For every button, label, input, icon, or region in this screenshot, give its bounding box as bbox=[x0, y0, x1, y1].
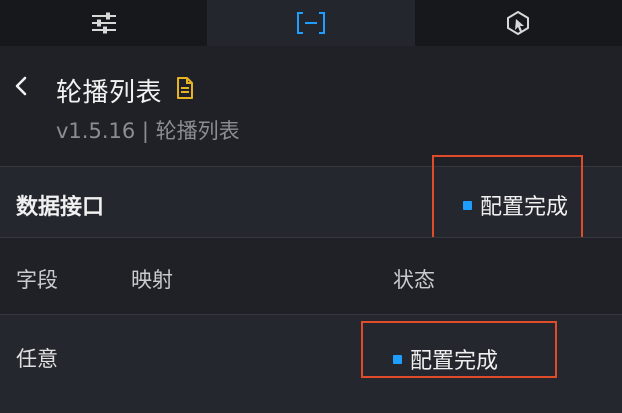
field-cell: 任意 bbox=[16, 347, 58, 371]
table-header: 字段 映射 状态 bbox=[0, 238, 622, 314]
back-arrow-icon[interactable] bbox=[12, 74, 32, 98]
bracket-minus-icon bbox=[296, 12, 325, 34]
tab-data[interactable] bbox=[207, 0, 415, 46]
column-header-field: 字段 bbox=[16, 268, 58, 292]
status-dot-icon bbox=[463, 200, 472, 210]
version-subtitle: v1.5.16 | 轮播列表 bbox=[56, 119, 240, 143]
status-text: 配置完成 bbox=[410, 349, 499, 374]
sliders-icon bbox=[91, 12, 116, 34]
cursor-shape-icon bbox=[507, 11, 530, 35]
status-badge: 配置完成 bbox=[393, 343, 498, 375]
page-title: 轮播列表 bbox=[56, 78, 163, 108]
table-row: 任意 配置完成 bbox=[0, 315, 622, 413]
data-interface-label: 数据接口 bbox=[16, 195, 105, 220]
document-icon[interactable] bbox=[175, 77, 195, 99]
component-header: 轮播列表 v1.5.16 | 轮播列表 bbox=[0, 46, 622, 166]
status-badge: 配置完成 bbox=[463, 189, 568, 221]
status-text: 配置完成 bbox=[480, 195, 569, 220]
column-header-mapping: 映射 bbox=[131, 268, 173, 292]
tab-bar bbox=[0, 0, 622, 46]
data-interface-row[interactable]: 数据接口 配置完成 bbox=[0, 155, 622, 242]
column-header-status: 状态 bbox=[393, 268, 435, 292]
tab-settings[interactable] bbox=[0, 0, 207, 46]
status-dot-icon bbox=[393, 354, 402, 364]
tab-interaction[interactable] bbox=[415, 0, 622, 46]
